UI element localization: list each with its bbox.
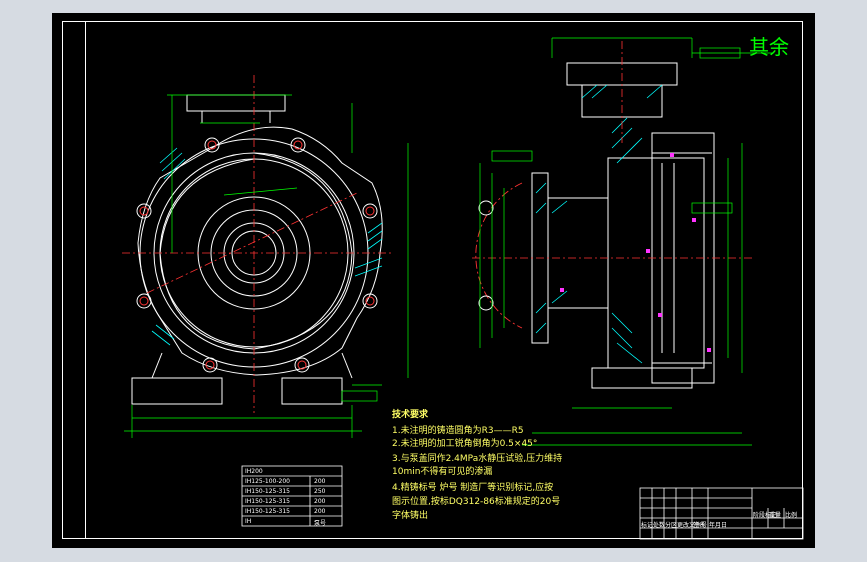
note-line: 图示位置,按标DQ312-86标准规定的20号	[392, 497, 561, 507]
title-block-label: 比例	[785, 512, 798, 519]
title-block-label: 签名	[693, 522, 706, 529]
notes-title: 技术要求	[392, 410, 429, 420]
part-table-cell: 200	[314, 478, 326, 485]
note-line: 4.精铸标号 炉号 制造厂等识别标记,应按	[392, 483, 554, 493]
suction-pcd-arc	[475, 182, 523, 329]
foot-right	[281, 377, 343, 405]
title-block-label: 分区	[665, 522, 678, 529]
part-table-cell: IH150-125-315	[245, 498, 290, 505]
section-foot	[591, 367, 693, 389]
part-table-cell: 泵号	[314, 520, 327, 527]
title-block-label: 重量	[769, 512, 782, 519]
part-table-grid	[241, 465, 343, 527]
note-line: 2.未注明的加工锐角倒角为0.5×45°	[392, 439, 538, 449]
drawing-viewport[interactable]: 其余 技术要求 1.未注明的铸造圆角为R3——R5 2.未注明的加工锐角倒角为0…	[52, 13, 815, 548]
front-view	[131, 94, 383, 405]
note-line: 3.与泵盖同作2.4MPa水静压试验,压力维持	[392, 454, 563, 464]
part-table-cell: IH125-100-200	[245, 478, 290, 485]
part-table-cell: IH150-125-315	[245, 508, 290, 515]
note-line: 10min不得有可见的渗漏	[392, 467, 493, 477]
part-table-cell: IH150-125-315	[245, 488, 290, 495]
title-block-label: 处数	[653, 522, 666, 529]
title-block-label: 标记	[641, 522, 654, 529]
note-line: 字体铸出	[392, 511, 429, 521]
section-centerlines	[472, 41, 752, 259]
part-table-cell: 200	[314, 498, 326, 505]
top-flange	[186, 94, 286, 112]
part-table-cell: IH	[245, 518, 252, 525]
front-view-centerlines	[122, 75, 392, 413]
note-line: 1.未注明的铸造圆角为R3——R5	[392, 426, 524, 436]
front-view-dimensions	[124, 94, 409, 438]
section-markers	[560, 153, 711, 352]
title-block-label: 年月日	[709, 522, 728, 529]
part-table-cell: IH200	[245, 468, 263, 475]
casing-body	[607, 157, 705, 369]
roughness-symbol-label: 其余	[749, 35, 789, 59]
casing-outline	[137, 126, 383, 376]
part-table-cell: 250	[314, 488, 326, 495]
suction-neck	[547, 197, 609, 309]
section-dimensions	[341, 37, 772, 446]
part-table-cell: 200	[314, 508, 326, 515]
section-hatching	[535, 84, 663, 364]
foot-left	[131, 377, 223, 405]
